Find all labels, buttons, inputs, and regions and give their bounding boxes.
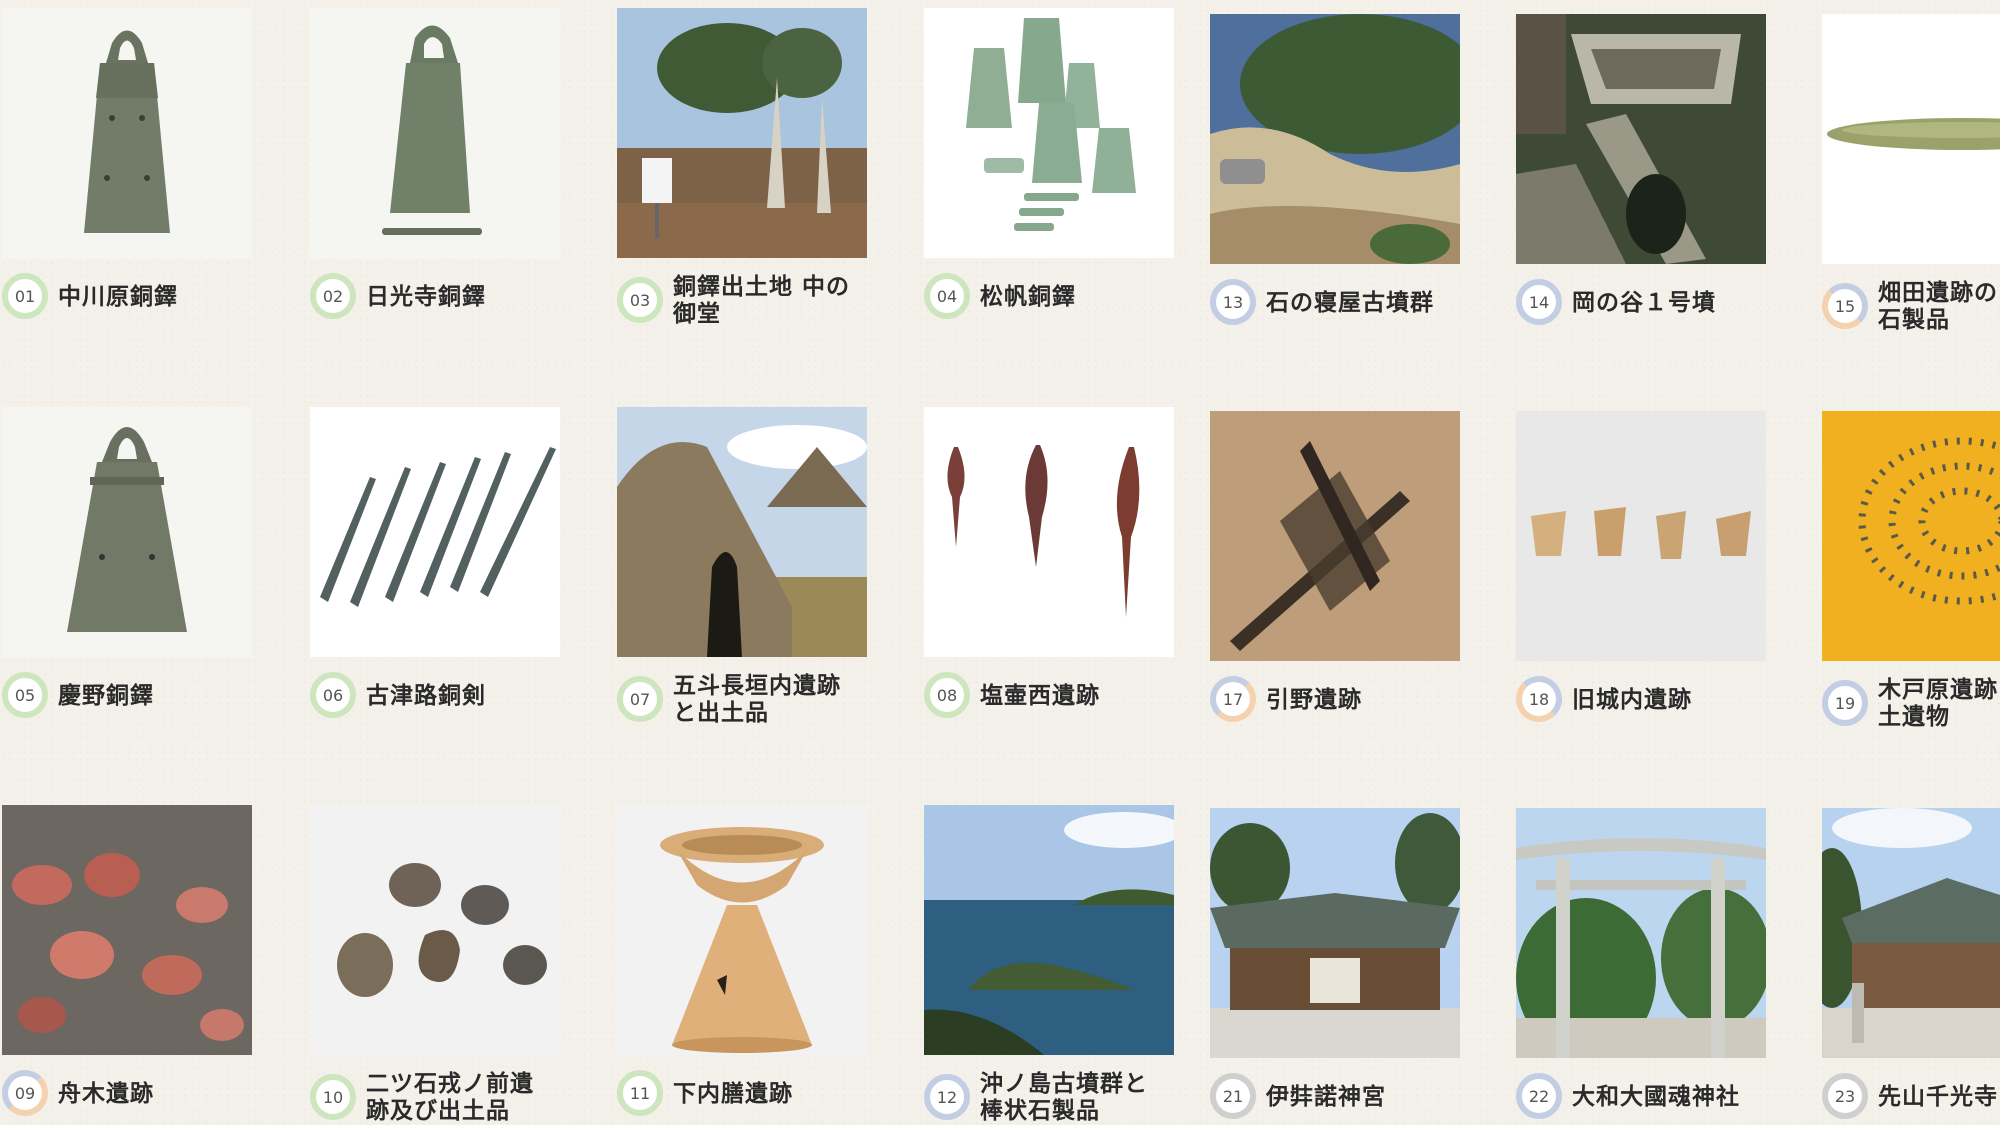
bronze-swords-photo[interactable] [310,407,560,657]
number-badge: 07 [617,676,663,722]
tomb-site-photo[interactable] [1210,14,1460,264]
card-caption: 01 中川原銅鐸 [2,273,262,319]
card-caption: 03 銅鐸出土地 中の 御堂 [617,273,877,327]
card-title[interactable]: 古津路銅剣 [366,682,486,709]
number-badge: 11 [617,1070,663,1116]
card-caption: 12 沖ノ島古墳群と 棒状石製品 [924,1070,1184,1124]
bronze-bell-photo[interactable] [2,8,252,258]
number-badge: 23 [1822,1073,1868,1119]
card-title[interactable]: 先山千光寺 [1878,1083,1998,1110]
number-badge: 04 [924,273,970,319]
card-caption: 09 舟木遺跡 [2,1070,262,1116]
number-badge: 12 [924,1074,970,1120]
island-sea-photo[interactable] [924,805,1174,1055]
card-title[interactable]: 塩壷西遺跡 [980,682,1100,709]
card-caption: 08 塩壷西遺跡 [924,672,1184,718]
bronze-bell-photo[interactable] [2,407,252,657]
card-title[interactable]: 下内膳遺跡 [673,1080,793,1107]
number-badge: 18 [1516,676,1562,722]
number-badge: 13 [1210,279,1256,325]
clay-artifacts-photo[interactable] [1516,411,1766,661]
card-title[interactable]: 旧城内遺跡 [1572,686,1692,713]
card-caption: 23 先山千光寺 [1822,1073,2000,1119]
number-badge: 14 [1516,279,1562,325]
card-title[interactable]: 大和大國魂神社 [1572,1083,1740,1110]
number-badge: 15 [1822,283,1868,329]
card-caption: 04 松帆銅鐸 [924,273,1184,319]
pit-dwelling-photo[interactable] [617,407,867,657]
pottery-vessel-photo[interactable] [617,805,867,1055]
number-badge: 21 [1210,1073,1256,1119]
number-badge: 17 [1210,676,1256,722]
shrine-photo[interactable] [1210,808,1460,1058]
card-caption: 22 大和大國魂神社 [1516,1073,1776,1119]
card-caption: 05 慶野銅鐸 [2,672,262,718]
number-badge: 05 [2,672,48,718]
card-caption: 14 岡の谷１号墳 [1516,279,1776,325]
bead-spiral-photo[interactable] [1822,411,2000,661]
card-caption: 02 日光寺銅鐸 [310,273,570,319]
card-caption: 17 引野遺跡 [1210,676,1470,722]
card-caption: 15 畑田遺跡の 石製品 [1822,279,2000,333]
card-title[interactable]: 沖ノ島古墳群と 棒状石製品 [980,1070,1148,1124]
number-badge: 06 [310,672,356,718]
number-badge: 10 [310,1074,356,1120]
excavation-pottery-photo[interactable] [2,805,252,1055]
temple-photo[interactable] [1822,808,2000,1058]
card-caption: 10 二ツ石戎ノ前遺 跡及び出土品 [310,1070,570,1124]
card-title[interactable]: 畑田遺跡の 石製品 [1878,279,1998,333]
card-title[interactable]: 木戸原遺跡 土遺物 [1878,676,1998,730]
card-title[interactable]: 松帆銅鐸 [980,283,1076,310]
stone-artifact-photo[interactable] [1822,14,2000,264]
card-title[interactable]: 岡の谷１号墳 [1572,289,1716,316]
card-title[interactable]: 五斗長垣内遺跡 と出土品 [673,672,841,726]
number-badge: 01 [2,273,48,319]
card-title[interactable]: 伊弉諾神宮 [1266,1083,1386,1110]
number-badge: 02 [310,273,356,319]
card-caption: 19 木戸原遺跡 土遺物 [1822,676,2000,730]
bronze-bell-photo[interactable] [310,8,560,258]
card-caption: 18 旧城内遺跡 [1516,676,1776,722]
torii-gate-photo[interactable] [1516,808,1766,1058]
card-caption: 21 伊弉諾神宮 [1210,1073,1470,1119]
card-title[interactable]: 日光寺銅鐸 [366,283,486,310]
card-title[interactable]: 銅鐸出土地 中の 御堂 [673,273,850,327]
card-title[interactable]: 慶野銅鐸 [58,682,154,709]
iron-arrowheads-photo[interactable] [924,407,1174,657]
stones-photo[interactable] [310,805,560,1055]
number-badge: 08 [924,672,970,718]
card-title[interactable]: 中川原銅鐸 [58,283,178,310]
number-badge: 19 [1822,680,1868,726]
card-title[interactable]: 引野遺跡 [1266,686,1362,713]
card-caption: 11 下内膳遺跡 [617,1070,877,1116]
card-caption: 06 古津路銅剣 [310,672,570,718]
card-title[interactable]: 二ツ石戎ノ前遺 跡及び出土品 [366,1070,534,1124]
number-badge: 03 [617,277,663,323]
card-title[interactable]: 舟木遺跡 [58,1080,154,1107]
number-badge: 22 [1516,1073,1562,1119]
number-badge: 09 [2,1070,48,1116]
carved-stone-photo[interactable] [1210,411,1460,661]
bronze-bells-group-photo[interactable] [924,8,1174,258]
card-caption: 07 五斗長垣内遺跡 と出土品 [617,672,877,726]
site-landscape-photo[interactable] [617,8,867,258]
card-caption: 13 石の寝屋古墳群 [1210,279,1470,325]
card-title[interactable]: 石の寝屋古墳群 [1266,289,1434,316]
burial-mound-photo[interactable] [1516,14,1766,264]
